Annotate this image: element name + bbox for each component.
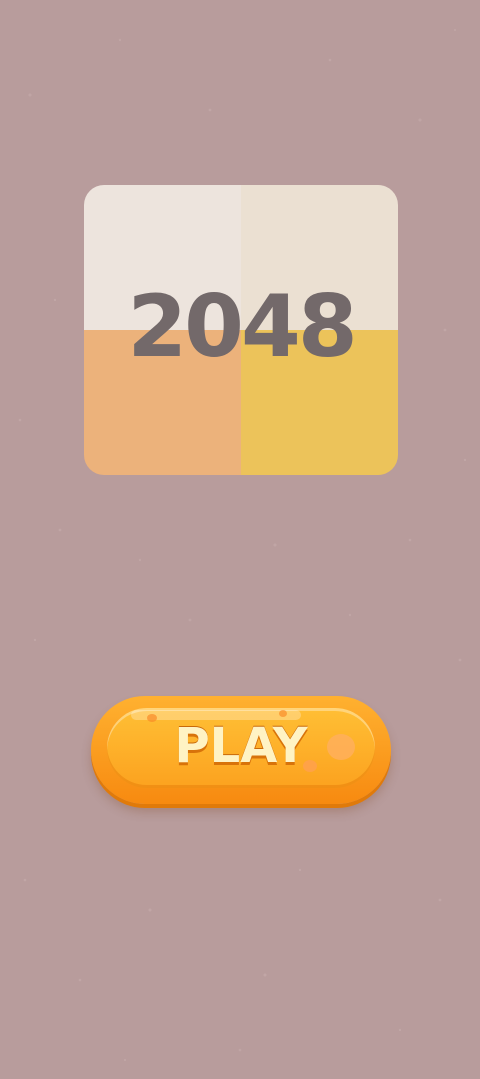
background-texture xyxy=(18,28,467,1062)
play-button[interactable]: PLAY xyxy=(91,696,391,804)
logo-title: 2048 xyxy=(127,277,357,377)
game-logo: 2048 xyxy=(84,185,398,475)
play-button-label: PLAY xyxy=(174,718,308,774)
play-bubble-decoration xyxy=(279,710,287,717)
